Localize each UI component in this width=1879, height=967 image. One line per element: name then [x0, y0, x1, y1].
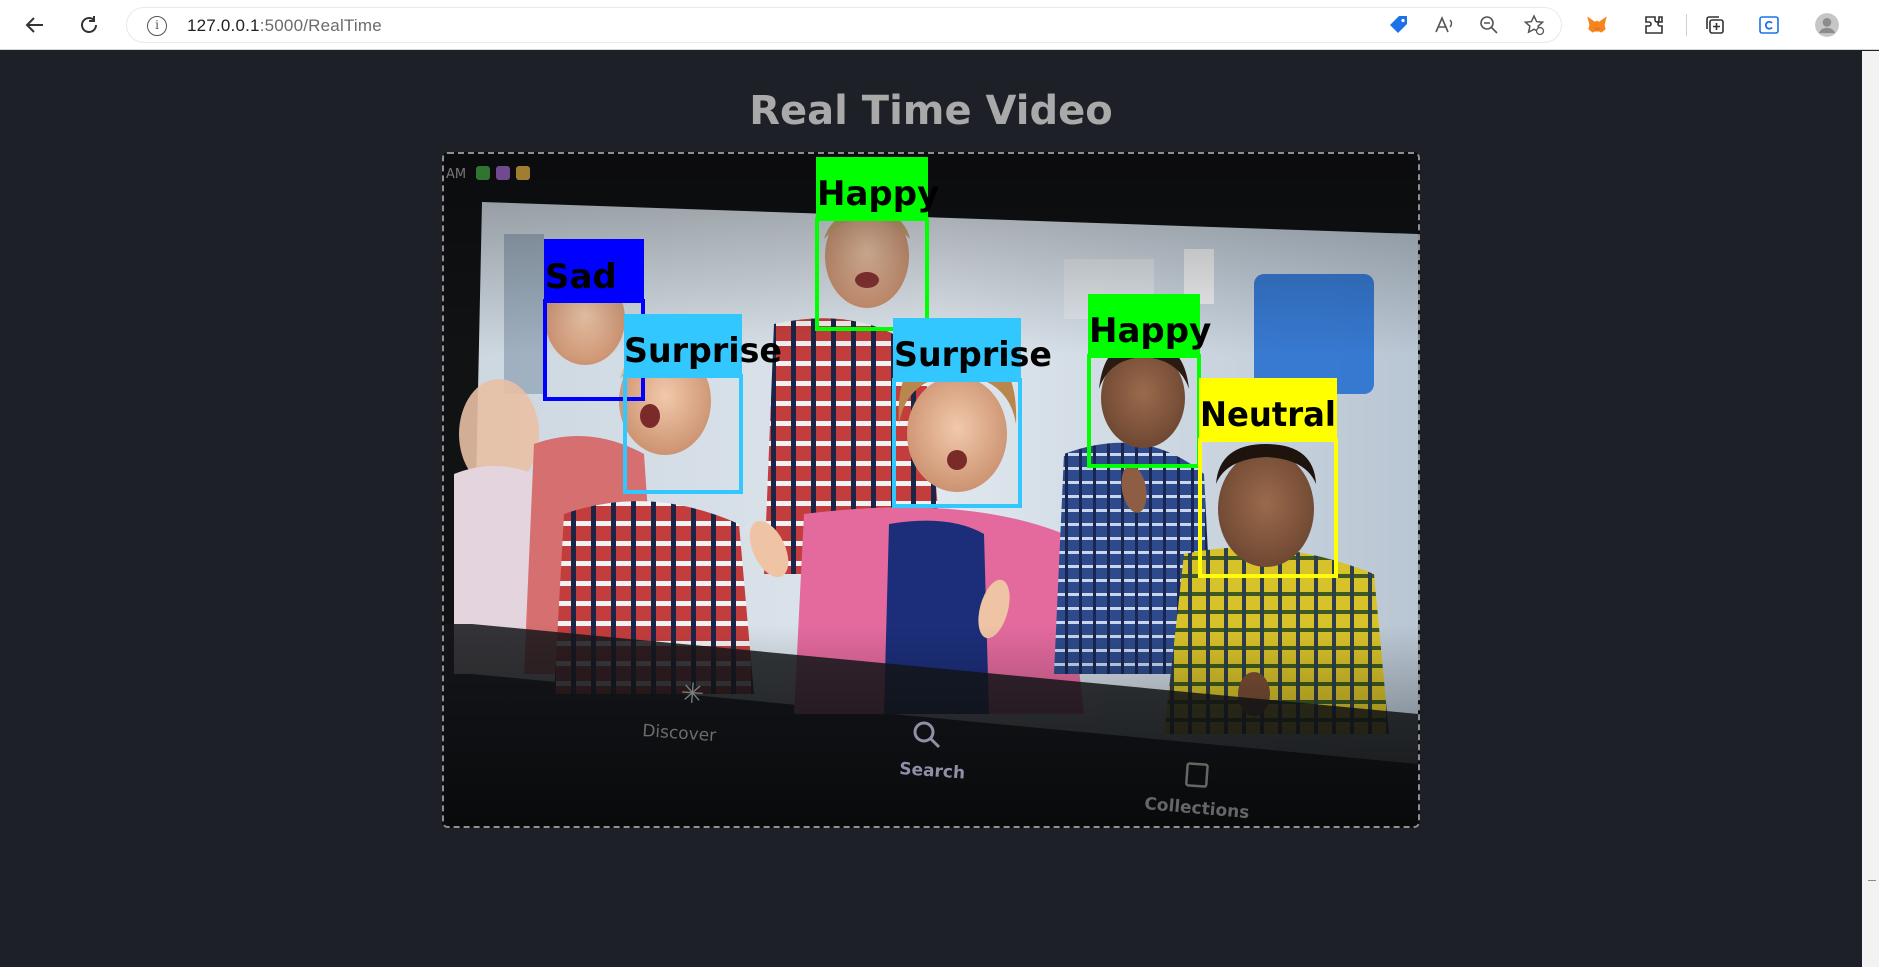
svg-text:✳: ✳ — [680, 676, 706, 711]
edge-bar-icon[interactable] — [1752, 8, 1786, 42]
collections-icon[interactable] — [1698, 8, 1732, 42]
detection-label: Surprise — [624, 331, 782, 371]
video-feed: AM ✳ Discover Search Collections Sad Sur… — [442, 152, 1420, 828]
shopping-tag-icon[interactable] — [1382, 8, 1416, 42]
back-arrow-icon[interactable] — [18, 8, 52, 42]
profile-avatar-icon[interactable] — [1810, 8, 1844, 42]
detection-label: Happy — [1089, 311, 1211, 351]
toolbar-separator — [1686, 14, 1687, 36]
scrollbar-marker — [1868, 880, 1876, 881]
zoom-out-icon[interactable] — [1472, 8, 1506, 42]
extensions-icon[interactable] — [1637, 8, 1671, 42]
metamask-fox-icon[interactable] — [1580, 8, 1614, 42]
tv-status-text: AM — [446, 167, 466, 182]
page-title: Real Time Video — [749, 88, 1113, 134]
detection-label: Sad — [545, 257, 617, 297]
site-info-icon[interactable]: i — [147, 16, 167, 36]
detection-label: Happy — [817, 174, 939, 214]
detection-label: Neutral — [1200, 395, 1336, 435]
reload-icon[interactable] — [72, 8, 106, 42]
address-url[interactable]: 127.0.0.1:5000/RealTime — [187, 16, 382, 36]
add-favorite-icon[interactable] — [1517, 8, 1551, 42]
detection-label: Surprise — [894, 335, 1052, 375]
read-aloud-icon[interactable] — [1428, 8, 1462, 42]
address-bar[interactable]: i 127.0.0.1:5000/RealTime — [126, 7, 1562, 43]
browser-toolbar: i 127.0.0.1:5000/RealTime — [0, 0, 1879, 50]
scrollbar[interactable] — [1862, 51, 1879, 967]
